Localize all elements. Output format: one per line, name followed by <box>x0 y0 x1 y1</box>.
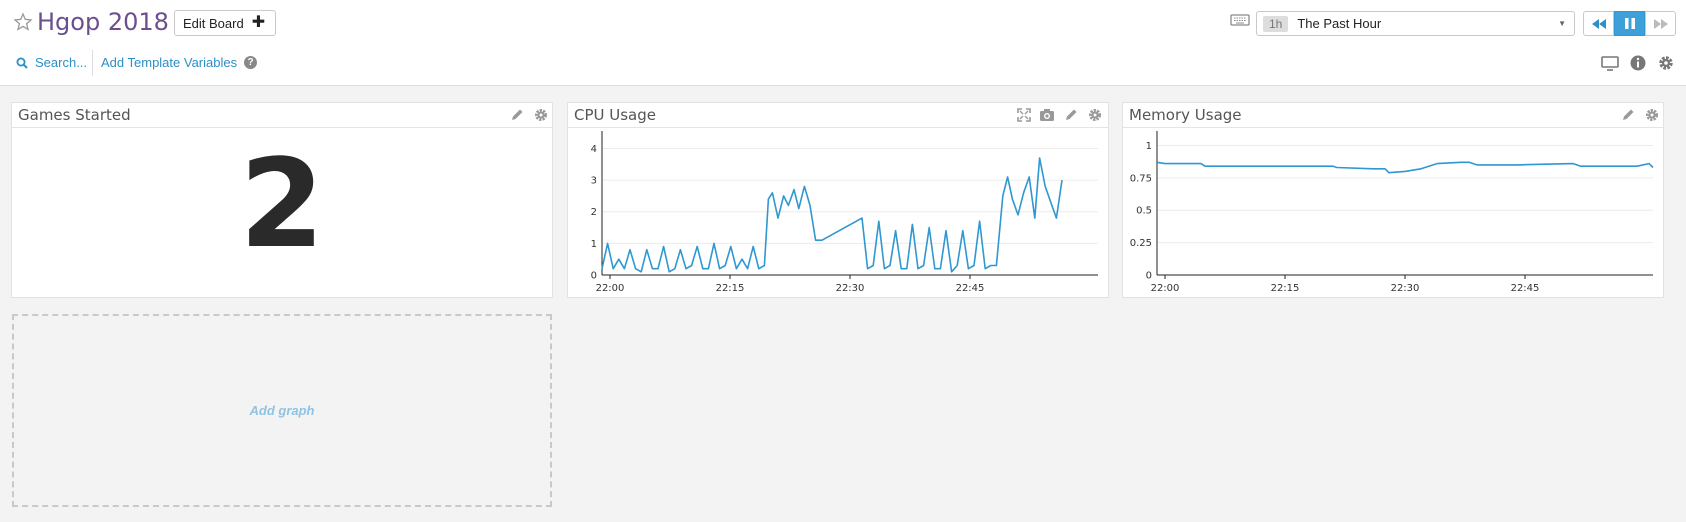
series-line <box>1156 161 1654 174</box>
y-tick-label: 4 <box>591 144 597 155</box>
plus-icon: ✚ <box>251 14 266 31</box>
chevron-down-icon: ▼ <box>1558 19 1566 28</box>
search-link[interactable]: Search... <box>16 55 87 70</box>
expand-icon[interactable] <box>1016 107 1032 123</box>
x-tick-label: 22:45 <box>1511 283 1540 294</box>
pencil-icon[interactable] <box>509 107 525 123</box>
star-icon[interactable] <box>13 12 33 32</box>
pause-icon <box>1624 18 1635 29</box>
pencil-icon[interactable] <box>1620 107 1636 123</box>
widget-title: CPU Usage <box>574 106 657 124</box>
y-tick-label: 2 <box>591 207 597 218</box>
gear-icon[interactable] <box>1657 54 1675 72</box>
add-template-variables-link[interactable]: Add Template Variables ? <box>101 55 258 70</box>
add-graph-button[interactable]: Add graph <box>12 314 552 507</box>
time-shortcut-badge: 1h <box>1263 15 1289 32</box>
x-tick-label: 22:30 <box>1391 283 1420 294</box>
gear-icon[interactable] <box>533 107 549 123</box>
info-icon[interactable] <box>1629 54 1647 72</box>
y-tick-label: 0 <box>591 271 597 282</box>
x-tick-label: 22:15 <box>1271 283 1300 294</box>
board-title: Hgop 2018 <box>37 8 169 36</box>
x-tick-label: 22:30 <box>836 283 865 294</box>
time-range-label: The Past Hour <box>1297 16 1382 31</box>
forward-icon <box>1653 18 1668 29</box>
y-tick-label: 0 <box>1146 271 1152 282</box>
cpu-usage-widget: CPU Usage 0 1 2 3 4 22:00 22:15 22:30 22:45 <box>567 102 1109 298</box>
search-label: Search... <box>35 55 88 70</box>
time-range-select[interactable]: 1h The Past Hour ▼ <box>1256 11 1575 36</box>
y-tick-label: 3 <box>591 176 597 187</box>
pause-button[interactable] <box>1614 11 1645 36</box>
x-tick-label: 22:15 <box>716 283 745 294</box>
add-graph-label: Add graph <box>249 403 315 418</box>
forward-button[interactable] <box>1645 11 1676 36</box>
y-tick-label: 0.75 <box>1130 173 1152 184</box>
games-started-widget: Games Started 2 <box>11 102 553 298</box>
divider <box>92 50 93 76</box>
x-tick-label: 22:00 <box>1151 283 1180 294</box>
help-icon[interactable]: ? <box>244 56 258 69</box>
widget-title: Memory Usage <box>1129 106 1242 124</box>
big-number-value: 2 <box>239 133 325 275</box>
top-bar: Hgop 2018 Edit Board ✚ Search... Add Tem… <box>0 0 1686 86</box>
y-tick-label: 0.5 <box>1136 206 1152 217</box>
pencil-icon[interactable] <box>1063 107 1079 123</box>
keyboard-icon[interactable] <box>1230 13 1250 27</box>
x-tick-label: 22:45 <box>956 283 985 294</box>
rewind-icon <box>1591 18 1606 29</box>
cpu-usage-chart: 0 1 2 3 4 22:00 22:15 22:30 22:45 <box>591 131 1098 294</box>
rewind-button[interactable] <box>1583 11 1614 36</box>
y-tick-label: 0.25 <box>1130 238 1152 249</box>
edit-board-button[interactable]: Edit Board ✚ <box>174 10 277 36</box>
tv-icon[interactable] <box>1601 54 1619 72</box>
widget-title: Games Started <box>18 106 131 124</box>
camera-icon[interactable] <box>1039 107 1055 123</box>
x-tick-label: 22:00 <box>596 283 625 294</box>
search-icon <box>16 57 28 69</box>
memory-usage-chart: 0 0.25 0.5 0.75 1 22:00 22:15 22:30 22:45 <box>1130 131 1654 294</box>
gear-icon[interactable] <box>1087 107 1103 123</box>
y-tick-label: 1 <box>1146 141 1152 152</box>
memory-usage-widget: Memory Usage 0 0.25 0.5 0.75 1 22:00 22:15 22:3… <box>1122 102 1664 298</box>
series-line <box>601 157 1063 273</box>
template-vars-label: Add Template Variables <box>101 55 238 70</box>
y-tick-label: 1 <box>591 239 597 250</box>
edit-board-label: Edit Board <box>183 15 244 31</box>
gear-icon[interactable] <box>1644 107 1660 123</box>
